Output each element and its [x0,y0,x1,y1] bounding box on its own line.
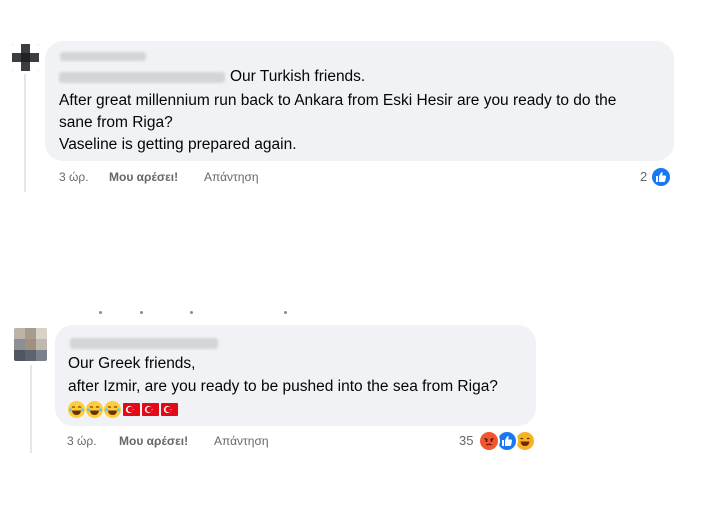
like-button[interactable]: Μου αρέσει! [109,170,178,184]
comment-text-line: Vaseline is getting prepared again. [59,136,297,153]
like-button[interactable]: Μου αρέσει! [119,434,188,448]
comment-text-inline: Our Turkish friends. [230,68,366,85]
separator-dot [140,311,143,314]
comment-text-line: sane from Riga? [59,114,173,131]
laughing-face-icon [104,401,121,418]
avatar[interactable] [12,44,39,71]
laughing-face-icon [86,401,103,418]
like-icon [650,166,672,188]
laughing-face-icon [68,401,85,418]
like-button-label: Μου αρέσει! [109,170,179,184]
reaction-count: 2 [640,169,648,184]
reply-button-label: Απάντηση [214,434,269,448]
separator-dot [99,311,102,314]
turkey-flag-icon [123,403,140,416]
separator-dot [284,311,287,314]
turkey-flag-icon [161,403,178,416]
tagged-user[interactable] [59,72,225,83]
comment-time[interactable]: 3 ώρ. [67,434,97,448]
commenter-name[interactable] [60,52,146,61]
comment-text-line: Our Greek friends, [68,355,196,372]
reply-button[interactable]: Απάντηση [214,434,269,448]
thread-line [30,365,32,453]
reply-button[interactable]: Απάντηση [204,170,259,184]
reply-button-label: Απάντηση [204,170,259,184]
like-button-label: Μου αρέσει! [119,434,189,448]
separator-dot [190,311,193,314]
emoji-row [68,401,178,418]
comment-text-line: After great millennium run back to Ankar… [59,92,617,109]
avatar[interactable] [14,328,47,361]
reaction-count: 35 [459,433,474,448]
comment-text-line: after Izmir, are you ready to be pushed … [68,378,498,395]
comment-time[interactable]: 3 ώρ. [59,170,89,184]
commenter-name[interactable] [70,338,218,349]
thread-line [24,74,26,192]
turkey-flag-icon [142,403,159,416]
angry-icon [478,430,500,452]
